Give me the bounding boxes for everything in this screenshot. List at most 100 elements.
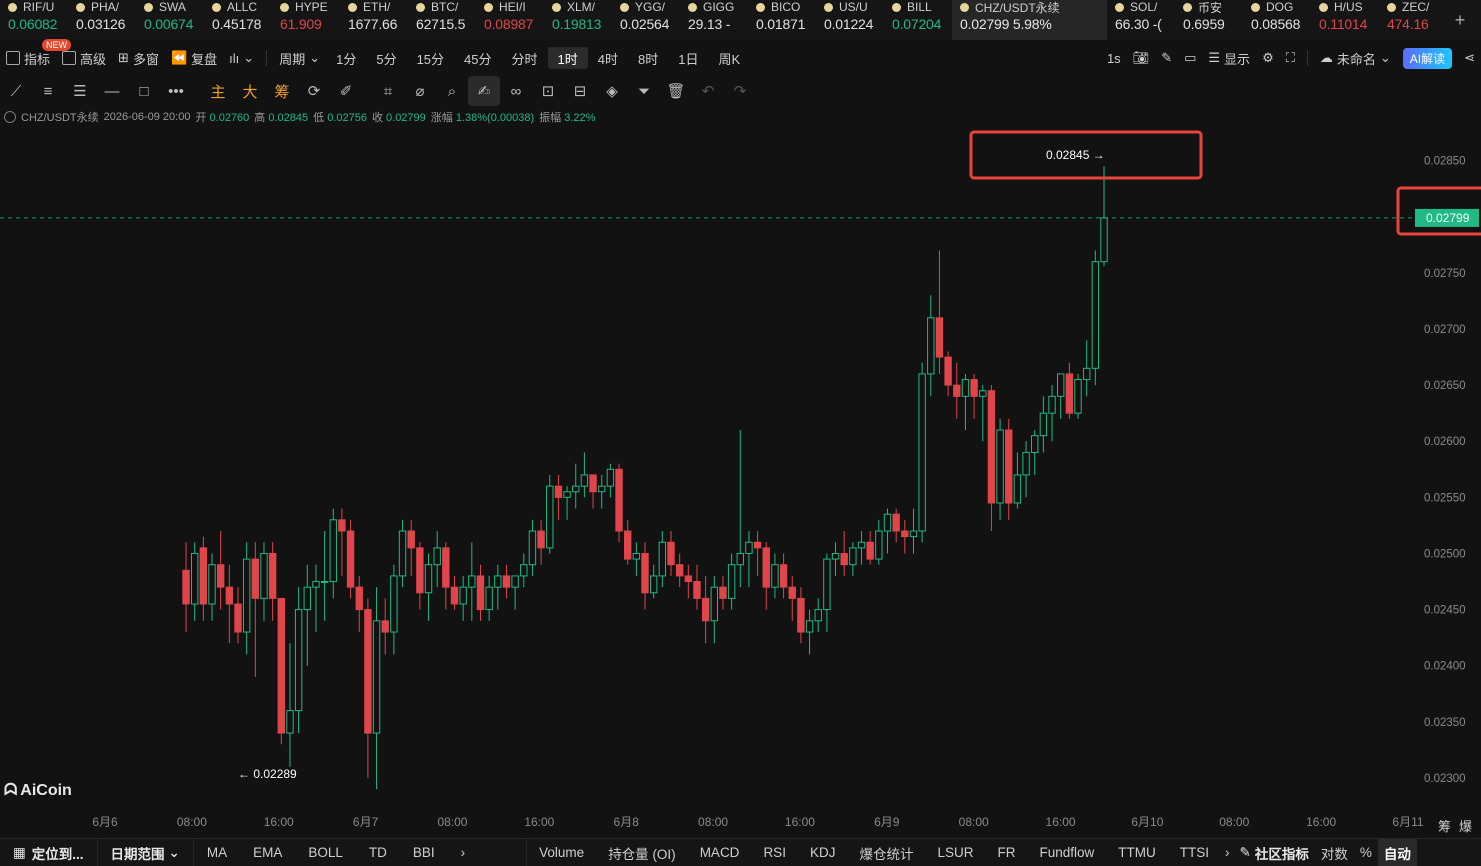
main-indicator-item[interactable]: MA [194,839,240,866]
candle-down [675,564,684,577]
y-tick-label: 0.02350 [1424,717,1466,729]
x-tick-label: 08:00 [698,815,728,829]
candle-down [537,530,545,549]
candle-up [883,513,892,532]
candle-up [329,519,337,583]
candle-down [693,581,701,599]
candle-down [641,552,649,594]
candle-down [381,620,389,633]
candle-down [779,564,788,588]
chevron-down-icon: ⌄ [168,844,180,860]
x-tick-label: 6月8 [614,815,640,829]
candle-up [563,491,571,498]
sub-indicator-item[interactable]: FR [985,839,1027,866]
candle-down [199,547,208,605]
x-tick-label: 16:00 [264,815,294,829]
x-tick-label: 08:00 [437,815,467,829]
candle-up [710,586,718,622]
sub-indicator-item[interactable]: RSI [751,839,798,866]
main-indicators-more[interactable]: › [448,839,479,866]
candle-up [1022,451,1030,476]
chevron-right-icon: › [460,845,466,860]
candle-down [225,586,234,605]
candle-down [701,597,710,622]
sub-indicator-item[interactable]: MACD [688,839,752,866]
candle-down [753,541,762,549]
candle-up [528,530,537,566]
x-tick-label: 16:00 [785,815,815,829]
calendar-icon: ▦ [13,844,26,860]
x-tick-label: 16:00 [524,815,554,829]
candle-down [866,541,874,560]
candle-up [468,575,476,588]
sub-indicators-more[interactable]: › [1221,839,1234,866]
sub-indicator-item[interactable]: TTMU [1106,839,1168,866]
candle-up [1057,373,1065,397]
candle-up [823,558,831,611]
y-tick-label: 0.02500 [1424,548,1466,560]
candle-up [727,564,736,599]
candle-down [797,597,805,633]
x-tick-label: 6月10 [1131,815,1163,829]
locate-button[interactable]: ▦ 定位到... [0,839,97,866]
candle-up [1048,395,1056,414]
candle-down [346,530,355,588]
burst-side-toggle[interactable]: 爆 [1459,816,1472,835]
main-indicators: MA EMA BOLL TD BBI [194,839,448,866]
candle-down [667,541,675,566]
side-toggles: 筹 爆 [1438,816,1472,835]
candle-up [572,485,580,493]
candle-up [320,581,329,584]
candle-up [996,429,1004,504]
candle-down [1005,429,1013,504]
sub-indicator-item[interactable]: LSUR [925,839,985,866]
sub-indicator-item[interactable]: Fundflow [1027,839,1106,866]
candle-down [944,356,952,386]
edit-icon: ✎ [1239,844,1251,860]
candle-up [805,620,814,633]
candle-down [268,552,277,599]
date-range-label: 日期范围 [110,846,165,862]
community-label: 社区指标 [1254,846,1309,862]
candle-up [814,609,822,622]
candle-up [736,552,744,566]
sub-indicator-item[interactable]: 持仓量 (OI) [596,839,688,866]
sub-indicator-item[interactable]: Volume [527,839,596,866]
main-indicator-item[interactable]: TD [356,839,400,866]
candle-down [338,519,346,532]
main-indicator-item[interactable]: EMA [240,839,295,866]
community-indicators-button[interactable]: ✎ 社区指标 [1234,839,1315,866]
candle-down [953,384,961,397]
candle-up [1100,217,1108,263]
candle-down [615,468,623,532]
percent-scale-toggle[interactable]: % [1354,839,1378,866]
candle-down [442,547,450,588]
candlestick-chart[interactable]: 0.028500.028000.027500.027000.026500.026… [0,0,1481,838]
sub-indicator-item[interactable]: TTSI [1168,839,1221,866]
candle-down [182,569,190,605]
candle-up [260,552,268,599]
y-tick-label: 0.02750 [1424,268,1466,280]
candle-down [1065,373,1074,414]
candle-up [1039,412,1048,437]
x-tick-label: 16:00 [1046,815,1076,829]
candle-down [970,379,978,397]
aicoin-logo: ᗣ AiCoin [4,782,72,800]
auto-scale-toggle[interactable]: 自动 [1377,839,1417,866]
candle-up [771,564,779,588]
x-tick-label: 08:00 [959,815,989,829]
x-tick-label: 16:00 [1306,815,1336,829]
log-scale-toggle[interactable]: 对数 [1315,839,1354,866]
y-tick-label: 0.02400 [1424,661,1466,673]
sub-indicator-item[interactable]: 爆仓统计 [847,839,925,866]
chips-side-toggle[interactable]: 筹 [1438,816,1451,835]
main-indicator-item[interactable]: BBI [400,839,448,866]
candle-down [788,586,796,599]
candle-up [511,575,519,588]
candle-up [857,541,866,549]
candle-up [520,564,528,577]
sub-indicator-item[interactable]: KDJ [798,839,848,866]
date-range-dropdown[interactable]: 日期范围 ⌄ [98,839,193,866]
main-indicator-item[interactable]: BOLL [295,839,356,866]
y-tick-label: 0.02850 [1424,156,1466,168]
